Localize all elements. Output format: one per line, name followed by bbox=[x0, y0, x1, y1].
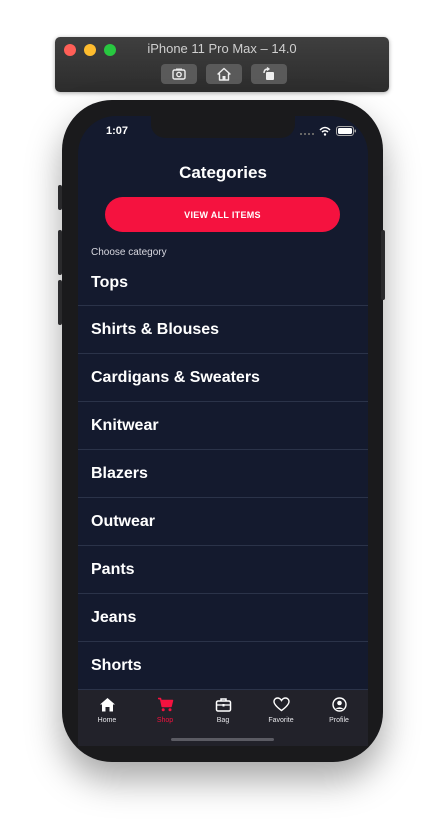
battery-icon bbox=[336, 126, 356, 136]
category-list: Tops Shirts & Blouses Cardigans & Sweate… bbox=[78, 260, 368, 690]
home-icon bbox=[99, 698, 115, 712]
category-item-shirts-blouses[interactable]: Shirts & Blouses bbox=[78, 306, 368, 354]
bag-icon bbox=[215, 698, 231, 712]
tab-profile[interactable]: Profile bbox=[310, 690, 368, 746]
simulator-home-button[interactable] bbox=[206, 64, 242, 84]
wifi-icon bbox=[319, 126, 331, 136]
mute-switch bbox=[58, 185, 62, 210]
status-icons bbox=[300, 124, 356, 138]
category-item-knitwear[interactable]: Knitwear bbox=[78, 402, 368, 450]
cart-icon bbox=[157, 697, 173, 712]
choose-category-label: Choose category bbox=[91, 247, 167, 258]
tab-shop-label: Shop bbox=[156, 717, 174, 724]
tab-bag-label: Bag bbox=[216, 717, 230, 724]
category-item-jeans[interactable]: Jeans bbox=[78, 594, 368, 642]
home-icon bbox=[217, 67, 231, 81]
category-item-blazers[interactable]: Blazers bbox=[78, 450, 368, 498]
simulator-title: iPhone 11 Pro Max – 14.0 bbox=[147, 41, 297, 56]
view-all-items-button[interactable]: VIEW ALL ITEMS bbox=[105, 197, 340, 232]
status-time: 1:07 bbox=[106, 125, 129, 137]
profile-icon bbox=[331, 697, 347, 712]
screenshot-icon bbox=[172, 68, 186, 80]
simulator-window-bar: iPhone 11 Pro Max – 14.0 bbox=[55, 37, 389, 92]
category-item-pants[interactable]: Pants bbox=[78, 546, 368, 594]
category-item-outwear[interactable]: Outwear bbox=[78, 498, 368, 546]
notch bbox=[151, 116, 295, 138]
category-item-tops[interactable]: Tops bbox=[78, 260, 368, 306]
power-button bbox=[381, 230, 385, 300]
volume-up-button bbox=[58, 230, 62, 275]
screenshot-button[interactable] bbox=[161, 64, 197, 84]
signal-icon bbox=[300, 133, 314, 135]
heart-icon bbox=[272, 697, 290, 712]
tab-profile-label: Profile bbox=[329, 717, 349, 724]
page-title: Categories bbox=[179, 163, 267, 182]
home-indicator bbox=[171, 738, 274, 741]
rotate-button[interactable] bbox=[251, 64, 287, 84]
tab-home-label: Home bbox=[97, 717, 117, 724]
tab-home[interactable]: Home bbox=[78, 690, 136, 746]
rotate-icon bbox=[263, 66, 274, 80]
tab-favorite-label: Favorite bbox=[268, 717, 294, 724]
category-item-shorts[interactable]: Shorts bbox=[78, 642, 368, 690]
category-item-cardigans-sweaters[interactable]: Cardigans & Sweaters bbox=[78, 354, 368, 402]
volume-down-button bbox=[58, 280, 62, 325]
